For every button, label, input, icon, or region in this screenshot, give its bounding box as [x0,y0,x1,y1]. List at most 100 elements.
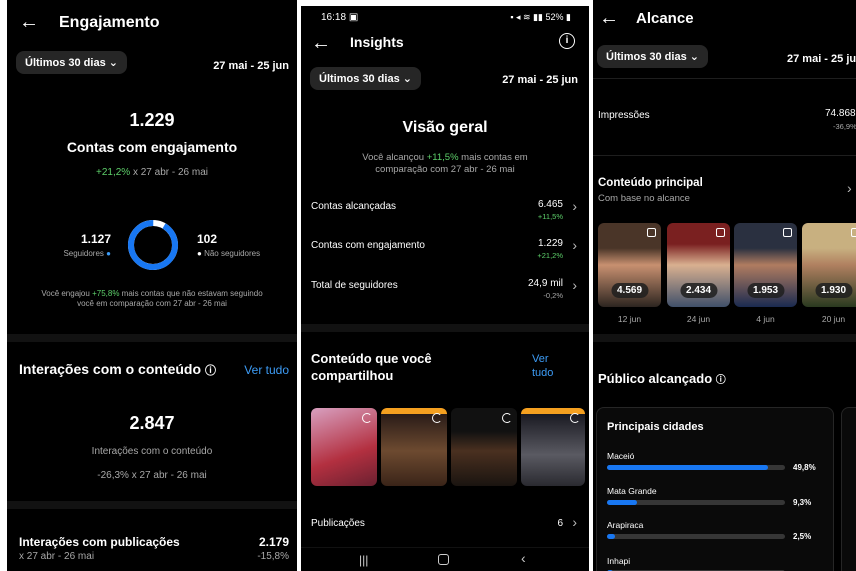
divider-line [593,78,856,79]
metric-row-value: 1.229 [537,238,563,249]
back-arrow-icon[interactable]: ← [311,33,331,53]
followers-donut-chart [128,220,178,270]
city-bar-fill [607,500,638,505]
info-icon[interactable]: i [559,33,575,49]
battery-icon: ▮ [566,12,571,22]
post-interactions-value: 2.179 [258,535,289,549]
status-time: 16:18 ▣ [321,12,359,23]
gallery-icon: ▣ [348,12,359,23]
impressions-change: -36,9% [833,122,856,131]
post-interactions-compare: x 27 abr - 26 mai [19,551,95,562]
posts-label[interactable]: Publicações [311,518,365,529]
shared-thumbnail[interactable] [451,408,517,486]
metric-row-value: 6.465 [537,199,563,210]
metric-row-change: -0,2% [543,291,563,300]
followers-value: 1.127 [80,232,111,246]
city-name: Maceió [607,451,635,461]
date-range-dropdown[interactable]: Últimos 30 dias ⌄ [16,51,127,74]
metric-row-label[interactable]: Contas alcançadas [311,201,396,212]
chevron-down-icon: ⌄ [402,73,412,85]
page-title: Engajamento [59,14,160,31]
post-interactions-change: -15,8% [257,551,289,562]
city-percent: 9,3% [793,498,812,507]
interactions-section-title: Interações com o conteúdo ⓘ [19,361,216,377]
status-icons: ▪ ◂ ≋ ▮▮ 52% ▮ [510,12,571,22]
see-all-link[interactable]: Ver tudo [532,352,553,380]
chevron-down-icon: ⌄ [108,57,118,69]
top-content-thumbnail[interactable]: 2.434 [667,223,730,307]
shared-content-title: Conteúdo que você compartilhou [311,351,432,383]
recent-apps-icon[interactable]: ||| [359,553,368,567]
shared-thumbnail[interactable] [521,408,585,486]
metric-row-change: +21,2% [537,251,563,260]
chevron-down-icon: ⌄ [689,51,699,63]
thumbnail-reach-count: 1.953 [746,283,785,298]
chevron-right-icon[interactable]: › [572,198,577,214]
post-type-icon [716,228,725,237]
section-divider [593,334,856,342]
top-content-thumbnail[interactable]: 1.953 [734,223,797,307]
metric-row-label[interactable]: Total de seguidores [311,280,398,291]
city-bar-fill [607,465,769,470]
date-range-dropdown[interactable]: Últimos 30 dias ⌄ [310,67,421,90]
info-icon[interactable]: ⓘ [205,365,216,377]
city-bar-track [607,500,785,505]
section-divider [301,324,589,332]
chevron-right-icon[interactable]: › [572,237,577,253]
city-percent: 2,5% [793,532,812,541]
page-title: Alcance [636,10,694,27]
top-cities-card: Principais cidades Maceió 49,8% Mata Grand… [596,407,834,571]
see-all-link[interactable]: Ver tudo [244,363,289,377]
date-range-text: 27 mai - 25 jun [502,74,578,86]
chevron-right-icon[interactable]: › [572,514,577,530]
top-content-thumbnail[interactable]: 4.569 [598,223,661,307]
date-range-dropdown[interactable]: Últimos 30 dias ⌄ [597,45,708,68]
info-icon[interactable]: ⓘ [716,375,726,386]
post-type-icon [783,228,792,237]
back-arrow-icon[interactable]: ← [19,12,39,32]
chevron-right-icon[interactable]: › [847,180,852,196]
metric-row-value: 24,9 mil [527,278,563,289]
donut-followers-arc [128,220,178,270]
top-content-thumbnail[interactable]: 1.930 [802,223,856,307]
city-bar-fill [607,534,616,539]
interactions-label: Interações com o conteúdo [91,446,213,457]
nav-back-icon[interactable]: ‹ [521,550,526,566]
top-cities-title: Principais cidades [607,421,704,433]
accounts-engaged-label: Contas com engajamento [66,139,238,155]
post-interactions-title[interactable]: Interações com publicações [19,535,180,549]
followers-label: Seguidores ● [63,249,111,258]
story-ring-icon [432,413,442,423]
shared-thumbnail[interactable] [381,408,447,486]
dropdown-label: Últimos 30 dias [319,73,400,85]
accounts-engaged-change: +21,2% x 27 abr - 26 mai [95,167,209,178]
thumbnail-date: 4 jun [756,314,775,324]
signal-icon: ▪ ◂ ≋ ▮▮ [510,12,543,22]
top-content-subtitle: Com base no alcance [598,193,690,204]
thumbnail-date: 20 jun [821,314,846,324]
thumbnail-date: 24 jun [686,314,711,324]
divider-line [593,155,856,156]
page-title: Insights [350,34,404,50]
engagement-note: Você engajou +75,8% mais contas que não … [41,289,263,308]
section-divider [7,334,297,342]
metric-row-label[interactable]: Contas com engajamento [311,240,425,251]
story-ring-icon [502,413,512,423]
metric-row-change: +11,5% [537,212,563,221]
story-ring-icon [362,413,372,423]
thumbnail-reach-count: 2.434 [679,283,718,298]
post-type-icon [647,228,656,237]
date-range-text: 27 mai - 25 jun [213,60,289,72]
back-arrow-icon[interactable]: ← [599,8,619,28]
dropdown-label: Últimos 30 dias [606,51,687,63]
thumbnail-date: 12 jun [617,314,642,324]
shared-thumbnail[interactable] [311,408,377,486]
dropdown-label: Últimos 30 dias [25,57,106,69]
nonfollowers-label: ● Não seguidores [197,249,261,258]
chevron-right-icon[interactable]: › [572,277,577,293]
story-ring-icon [570,413,580,423]
next-card-peek[interactable] [841,407,856,571]
top-content-title: Conteúdo principal [598,177,703,189]
interactions-change: -26,3% x 27 abr - 26 mai [97,470,207,481]
home-icon[interactable] [438,554,449,565]
